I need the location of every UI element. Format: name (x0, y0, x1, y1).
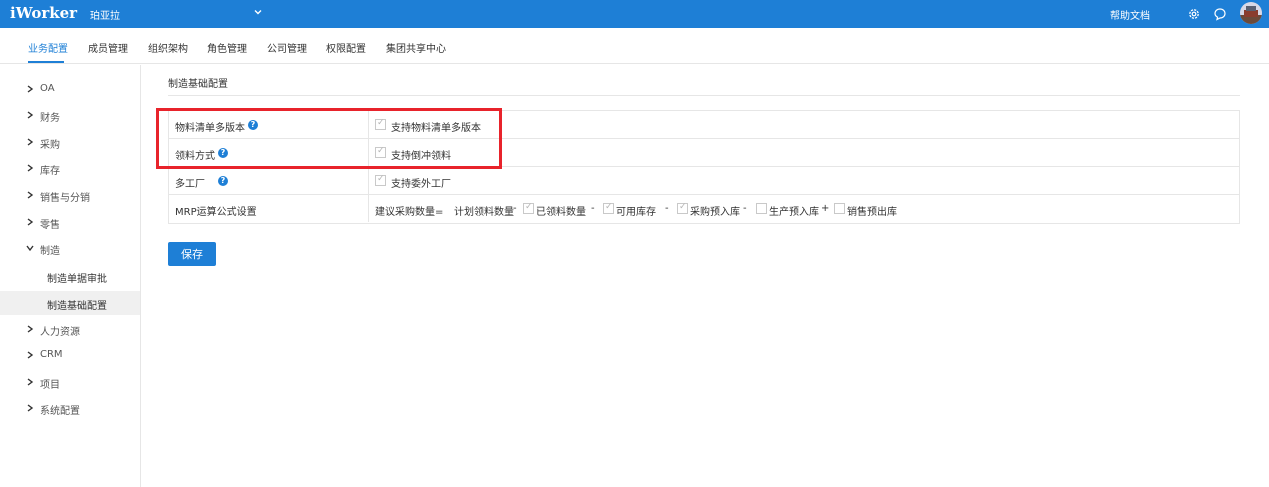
section-title: 制造基础配置 (168, 79, 228, 90)
config-label: MRP运算公式设置 (175, 207, 257, 218)
tab-company-management[interactable]: 公司管理 (267, 40, 307, 55)
checkbox-label: 销售预出库 (847, 207, 897, 218)
mrp-operator: - (591, 203, 595, 214)
sidebar-item-label: 项目 (40, 380, 60, 391)
sidebar-item-label: 制造 (40, 246, 60, 257)
sidebar-item-hr[interactable]: 人力资源 (0, 318, 140, 342)
mrp-operator: - (665, 203, 669, 214)
mrp-operator: - (513, 203, 517, 214)
sidebar-item-purchase[interactable]: 采购 (0, 131, 140, 155)
tab-business-config[interactable]: 业务配置 (28, 40, 68, 55)
help-docs-link[interactable]: 帮助文档 (1110, 7, 1150, 22)
user-avatar[interactable] (1240, 2, 1262, 24)
checkbox-label: 支持委外工厂 (391, 179, 451, 190)
sidebar-item-retail[interactable]: 零售 (0, 211, 140, 235)
chevron-down-icon[interactable] (252, 6, 264, 18)
chevron-right-icon (27, 138, 34, 146)
picked-quantity-checkbox[interactable] (523, 202, 534, 214)
gear-icon[interactable] (1187, 7, 1201, 21)
sidebar-item-manufacturing[interactable]: 制造 (0, 237, 140, 261)
purchase-pre-inbound-checkbox[interactable] (677, 202, 688, 214)
company-name[interactable]: 珀亚拉 (90, 7, 120, 22)
tab-member-management[interactable]: 成员管理 (88, 40, 128, 55)
checkbox-label: 采购预入库 (690, 207, 740, 218)
sidebar-item-oa[interactable]: OA (0, 78, 140, 102)
sales-pre-outbound-checkbox[interactable] (834, 203, 845, 214)
sidebar-subitem-manufacturing-approval[interactable]: 制造单据审批 (0, 264, 140, 288)
checkbox-label: 已领料数量 (536, 207, 586, 218)
mrp-formula-base: 计划领料数量 (454, 207, 514, 218)
mrp-operator: - (743, 203, 747, 214)
sidebar: OA 财务 采购 库存 销售与分销 零售 制造 制造单据审批 制造基础配置 人力… (0, 65, 141, 487)
sidebar-item-label: 库存 (40, 166, 60, 177)
sidebar-subitem-manufacturing-basic-config[interactable]: 制造基础配置 (0, 291, 140, 315)
sidebar-item-label: 人力资源 (40, 327, 80, 338)
chevron-right-icon (27, 404, 34, 412)
sidebar-item-sales-distribution[interactable]: 销售与分销 (0, 184, 140, 208)
highlight-annotation-box (156, 108, 502, 169)
active-tab-indicator (28, 61, 64, 63)
checkbox-label: 生产预入库 (769, 207, 819, 218)
section-divider (168, 95, 1240, 96)
available-stock-checkbox[interactable] (603, 202, 614, 214)
sidebar-subitem-label: 制造基础配置 (47, 301, 107, 312)
config-label: 多工厂 (175, 179, 205, 190)
sidebar-item-label: 销售与分销 (40, 193, 90, 204)
chevron-right-icon (27, 325, 34, 333)
sidebar-item-label: OA (40, 83, 55, 94)
sidebar-item-label: 采购 (40, 140, 60, 151)
sidebar-item-finance[interactable]: 财务 (0, 104, 140, 128)
sidebar-item-project[interactable]: 项目 (0, 371, 140, 395)
chevron-down-icon (26, 245, 34, 252)
tab-org-structure[interactable]: 组织架构 (148, 40, 188, 55)
help-icon[interactable]: ? (218, 176, 228, 186)
checkbox-label: 可用库存 (616, 207, 656, 218)
config-row-multi-factory: 多工厂 ? 支持委外工厂 (169, 167, 1239, 195)
config-row-mrp-formula: MRP运算公式设置 建议采购数量= 计划领料数量 - 已领料数量 - 可用库存 … (169, 195, 1239, 223)
sidebar-item-label: 零售 (40, 220, 60, 231)
top-tabs: 业务配置 成员管理 组织架构 角色管理 公司管理 权限配置 集团共享中心 (0, 28, 1269, 64)
config-label-cell: MRP运算公式设置 (169, 195, 369, 222)
chat-icon[interactable] (1213, 7, 1227, 21)
chevron-right-icon (27, 218, 34, 226)
tab-permission-config[interactable]: 权限配置 (326, 40, 366, 55)
brand-logo[interactable]: iWorker (10, 4, 77, 22)
sidebar-subitem-label: 制造单据审批 (47, 274, 107, 285)
sidebar-item-crm[interactable]: CRM (0, 344, 140, 368)
outsourced-factory-checkbox[interactable] (375, 174, 386, 186)
mrp-formula-prefix: 建议采购数量= (375, 207, 444, 218)
top-bar: iWorker 珀亚拉 帮助文档 (0, 0, 1269, 28)
sidebar-item-label: 财务 (40, 113, 60, 124)
chevron-right-icon (27, 378, 34, 386)
chevron-right-icon (27, 85, 34, 93)
sidebar-item-label: 系统配置 (40, 406, 80, 417)
sidebar-item-label: CRM (40, 349, 63, 360)
save-button[interactable]: 保存 (168, 242, 216, 266)
mrp-operator: + (821, 203, 830, 214)
tab-role-management[interactable]: 角色管理 (207, 40, 247, 55)
chevron-right-icon (27, 351, 34, 359)
production-pre-inbound-checkbox[interactable] (756, 203, 767, 214)
tab-group-shared-center[interactable]: 集团共享中心 (386, 40, 446, 55)
sidebar-item-inventory[interactable]: 库存 (0, 157, 140, 181)
config-label-cell: 多工厂 ? (169, 167, 369, 194)
chevron-right-icon (27, 111, 34, 119)
sidebar-item-system-config[interactable]: 系统配置 (0, 397, 140, 421)
chevron-right-icon (27, 164, 34, 172)
chevron-right-icon (27, 191, 34, 199)
